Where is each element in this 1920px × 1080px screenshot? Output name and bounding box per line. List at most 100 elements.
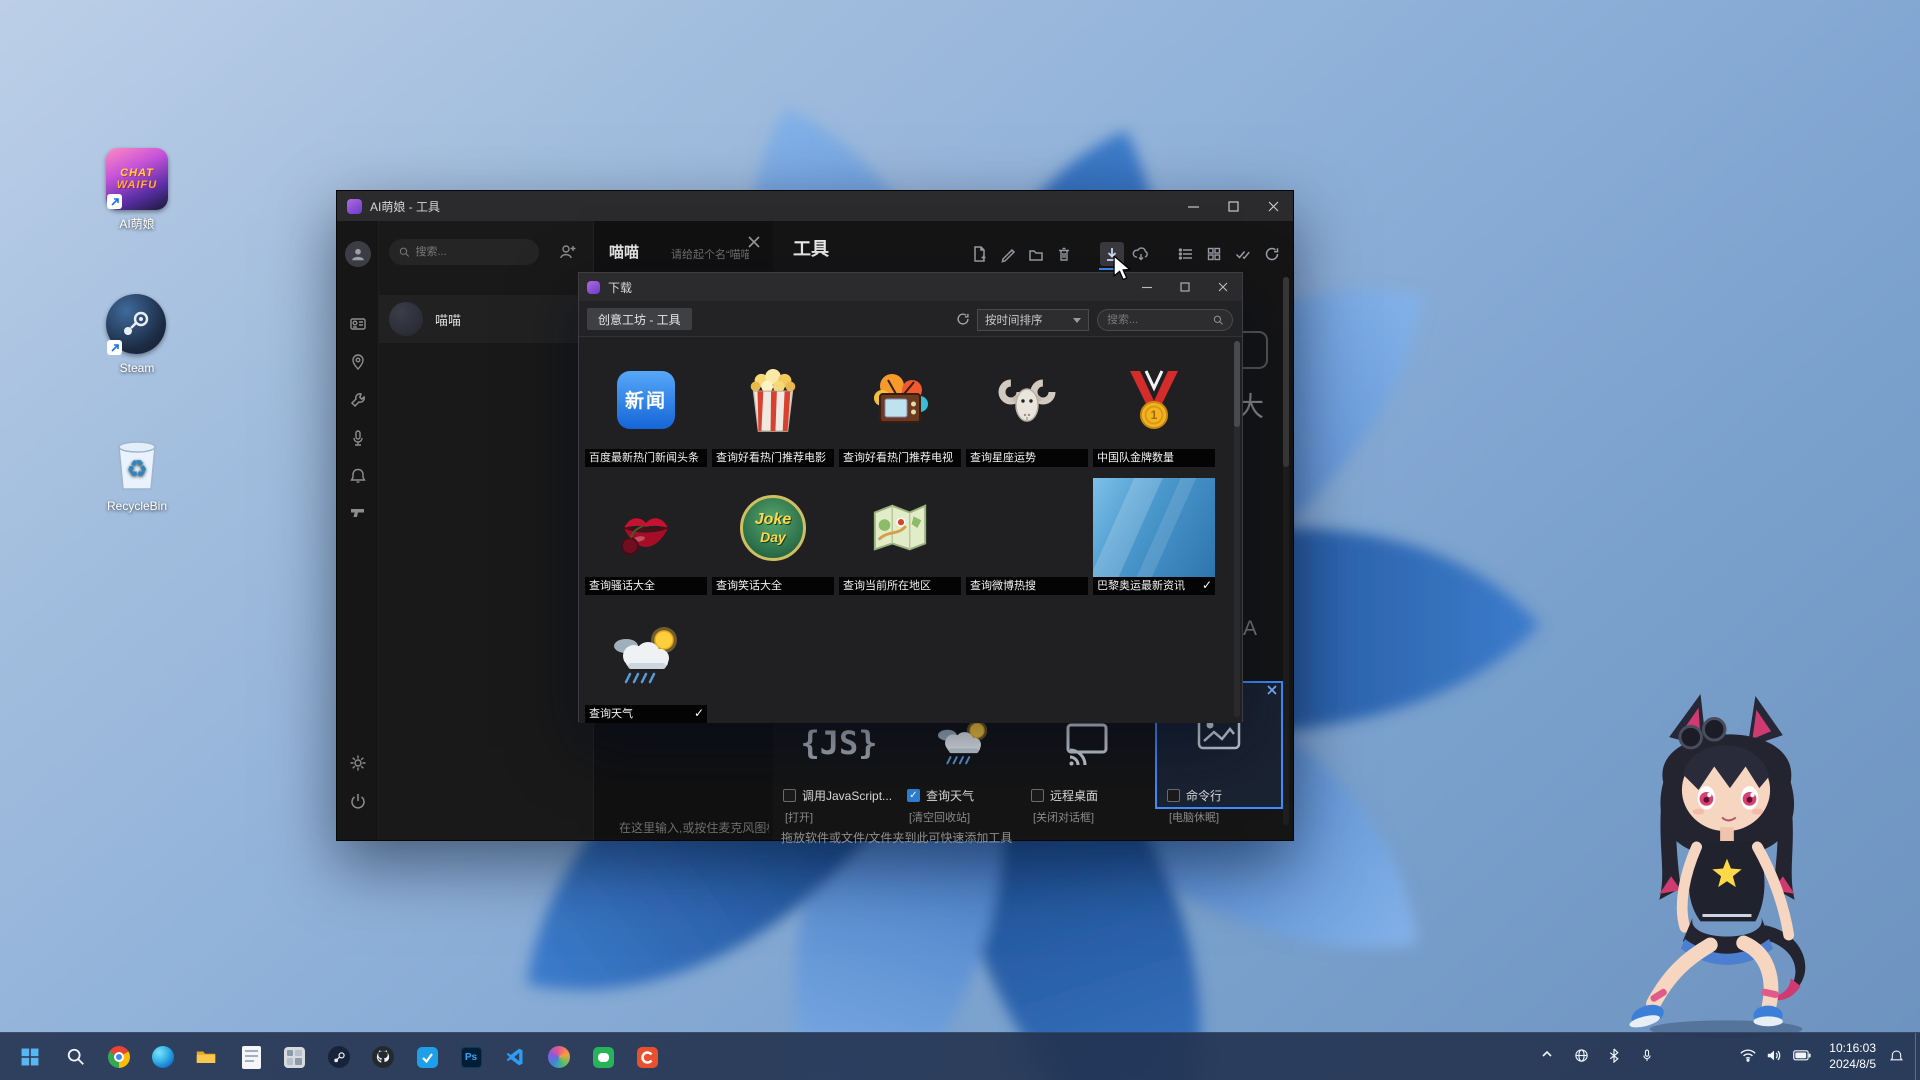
user-avatar[interactable] [345, 241, 371, 267]
chat-header-name: 喵喵 [609, 241, 639, 262]
taskbar-vscode-icon[interactable] [497, 1039, 533, 1075]
taskbar-search-button[interactable] [58, 1039, 94, 1075]
workshop-item-weather[interactable]: 查询天气 ✓ [585, 606, 707, 723]
tools-scrollbar-track[interactable] [1283, 277, 1289, 825]
tool-label-row[interactable]: ✓ 查询天气 [907, 787, 974, 804]
workshop-item-movies[interactable]: 查询好看热门推荐电影 [712, 350, 834, 467]
list-view-button[interactable] [1174, 242, 1198, 266]
checkbox[interactable] [783, 789, 796, 802]
sidebar-contacts-icon[interactable] [349, 315, 367, 333]
icon-art-text: WAIFU [117, 179, 157, 191]
shortcut-arrow-icon [107, 340, 122, 355]
tray-mic-icon[interactable] [1640, 1048, 1654, 1063]
taskbar-app-7-icon[interactable] [276, 1039, 312, 1075]
svg-text:♻: ♻ [126, 456, 148, 483]
close-button[interactable] [1253, 191, 1293, 221]
dialog-scrollbar-track[interactable] [1234, 341, 1240, 717]
desktop-icon-label: AI萌娘 [119, 215, 154, 232]
workshop-item-olympics[interactable]: 巴黎奥运最新资讯 ✓ [1093, 478, 1215, 595]
taskbar-github-icon[interactable] [365, 1039, 401, 1075]
dialog-refresh-icon[interactable] [955, 311, 971, 327]
start-button[interactable] [12, 1039, 48, 1075]
chat-close-icon[interactable] [747, 235, 761, 249]
taskbar-clock[interactable]: 10:16:03 2024/8/5 [1829, 1040, 1876, 1072]
grid-view-button[interactable] [1202, 242, 1226, 266]
notification-bell-icon[interactable] [1889, 1049, 1904, 1064]
sidebar-mic-icon[interactable] [349, 429, 367, 447]
tray-bluetooth-icon[interactable] [1607, 1048, 1621, 1063]
tray-chevron-up-icon[interactable] [1540, 1047, 1554, 1061]
desktop-icon-steam[interactable]: Steam [77, 294, 197, 375]
power-icon[interactable] [349, 792, 367, 810]
tool-label: 调用JavaScript... [802, 787, 892, 804]
show-desktop-button[interactable] [1915, 1033, 1920, 1080]
chat-search-box[interactable] [389, 239, 539, 265]
workshop-item-weibo[interactable]: 查询微博热搜 [966, 478, 1088, 595]
checkbox[interactable] [1031, 789, 1044, 802]
workshop-item-horoscope[interactable]: 查询星座运势 [966, 350, 1088, 467]
workshop-item-label: 查询当前所在地区 [839, 577, 961, 595]
sort-dropdown[interactable]: 按时间排序 [977, 309, 1089, 331]
workshop-item-jokes[interactable]: Joke Day 查询笑话大全 [712, 478, 834, 595]
select-all-button[interactable] [1231, 242, 1255, 266]
checkbox-checked[interactable]: ✓ [907, 789, 920, 802]
chat-list-item[interactable]: 喵喵 [379, 295, 594, 343]
dialog-close-button[interactable] [1204, 273, 1242, 301]
settings-gear-icon[interactable] [349, 754, 367, 772]
tray-wifi-icon[interactable] [1740, 1049, 1756, 1062]
taskbar-notepad-icon[interactable] [233, 1039, 269, 1075]
desktop-icon-recycle-bin[interactable]: ♻ RecycleBin [77, 432, 197, 513]
taskbar-todo-check-icon[interactable] [409, 1039, 445, 1075]
taskbar-steam-icon[interactable] [321, 1039, 357, 1075]
download-dialog: 下载 创意工坊 - 工具 按时间排序 新闻 百度最新热门新闻头条 [578, 272, 1243, 722]
tray-volume-icon[interactable] [1766, 1048, 1782, 1063]
taskbar-orange-app-icon[interactable] [629, 1039, 665, 1075]
refresh-button[interactable] [1260, 242, 1284, 266]
popcorn-icon [742, 365, 804, 435]
main-window-titlebar[interactable]: AI萌娘 - 工具 [337, 191, 1293, 221]
minimize-button[interactable] [1173, 191, 1213, 221]
dialog-search-input[interactable] [1107, 314, 1207, 326]
maximize-button[interactable] [1213, 191, 1253, 221]
delete-button[interactable] [1052, 242, 1076, 266]
desktop-icon-ai-moeniang[interactable]: CHAT WAIFU AI萌娘 [77, 148, 197, 232]
taskbar-edge-icon[interactable] [145, 1039, 181, 1075]
chat-avatar [389, 302, 423, 336]
workshop-item-saohua[interactable]: 查询骚话大全 [585, 478, 707, 595]
sidebar-location-icon[interactable] [349, 353, 367, 371]
sidebar-bell-icon[interactable] [349, 467, 367, 485]
dialog-maximize-button[interactable] [1166, 273, 1204, 301]
tools-scrollbar-thumb[interactable] [1283, 277, 1289, 467]
taskbar-chrome-icon[interactable] [101, 1039, 137, 1075]
dialog-search-box[interactable] [1097, 309, 1233, 331]
workshop-item-tv[interactable]: 查询好看热门推荐电视 [839, 350, 961, 467]
left-sidebar [337, 221, 379, 840]
tray-network-globe-icon[interactable] [1574, 1048, 1589, 1063]
checkbox[interactable] [1167, 789, 1180, 802]
workshop-item-label: 中国队金牌数量 [1093, 449, 1215, 467]
add-contact-icon[interactable] [559, 243, 577, 261]
tool-label-row[interactable]: 调用JavaScript... [783, 787, 892, 804]
new-file-button[interactable] [967, 242, 991, 266]
taskbar-colorful-app-icon[interactable] [541, 1039, 577, 1075]
tray-battery-icon[interactable] [1793, 1050, 1811, 1061]
icon-art-text: CHAT [120, 167, 154, 179]
dialog-titlebar[interactable]: 下载 [579, 273, 1242, 301]
taskbar-photoshop-icon[interactable]: Ps [453, 1039, 489, 1075]
tool-label-row[interactable]: 远程桌面 [1031, 787, 1098, 804]
taskbar-file-explorer-icon[interactable] [188, 1039, 224, 1075]
remove-item-icon[interactable] [1266, 684, 1278, 696]
workshop-tab[interactable]: 创意工坊 - 工具 [587, 308, 692, 330]
workshop-item-news[interactable]: 新闻 百度最新热门新闻头条 [585, 350, 707, 467]
taskbar-green-app-icon[interactable] [585, 1039, 621, 1075]
edit-button[interactable] [996, 242, 1020, 266]
sidebar-gun-icon[interactable] [349, 503, 367, 521]
sidebar-tools-icon[interactable] [349, 391, 367, 409]
tool-label-row[interactable]: 命令行 [1167, 787, 1222, 804]
workshop-item-label: 查询骚话大全 [585, 577, 707, 595]
chat-search-input[interactable] [415, 246, 529, 258]
dialog-scrollbar-thumb[interactable] [1234, 341, 1240, 427]
workshop-item-medals[interactable]: 1 中国队金牌数量 [1093, 350, 1215, 467]
workshop-item-location[interactable]: 查询当前所在地区 [839, 478, 961, 595]
folder-button[interactable] [1024, 242, 1048, 266]
